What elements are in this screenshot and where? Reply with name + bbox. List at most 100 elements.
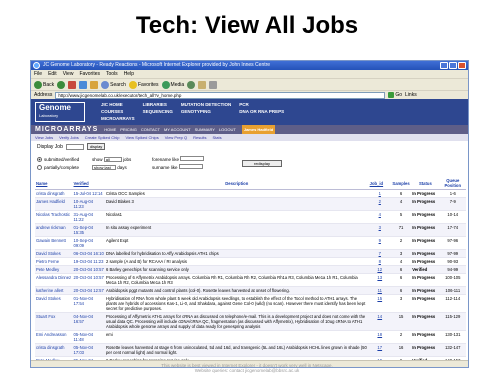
menu-help[interactable]: Help xyxy=(124,70,134,78)
menu-view[interactable]: View xyxy=(63,70,74,78)
job-description: Processing of Affymetrix ATH1 arrays for… xyxy=(104,312,369,331)
mail-button[interactable] xyxy=(198,80,207,89)
job-owner-name[interactable]: Nicolas Trachostic xyxy=(35,210,73,224)
show-select[interactable]: all xyxy=(103,156,122,162)
footer-line-2: Website queries: contact jicgenomelab@bb… xyxy=(194,368,300,373)
job-owner-name[interactable]: Emi Andreasson xyxy=(35,330,73,344)
nav-microarrays[interactable]: MICROARRAYS xyxy=(101,116,135,121)
job-id-link[interactable]: 13 xyxy=(368,273,391,287)
job-id-link[interactable]: 18 xyxy=(368,330,391,344)
job-id-link[interactable]: 17 xyxy=(368,343,391,357)
job-owner-name[interactable]: katherine allert xyxy=(35,286,73,295)
subnav-verify-jobs[interactable]: Verify Jobs xyxy=(59,134,79,141)
job-queue-position: 112-114 xyxy=(439,294,466,313)
job-id-link[interactable]: 4 xyxy=(368,210,391,224)
menu-file[interactable]: File xyxy=(34,70,42,78)
forename-input[interactable] xyxy=(180,156,205,161)
job-owner-name[interactable]: David Stokes xyxy=(35,249,73,258)
job-id-link[interactable]: 3 xyxy=(368,223,391,237)
display-job-input[interactable] xyxy=(65,143,84,150)
nav-mutation-detection[interactable]: MUTATION DETECTION xyxy=(181,102,231,107)
back-button[interactable]: Back xyxy=(34,80,54,89)
go-button[interactable]: Go xyxy=(388,92,402,98)
job-samples: 71 xyxy=(390,223,412,237)
section-link-summary[interactable]: SUMMARY xyxy=(195,125,215,134)
nav-pcr[interactable]: PCR xyxy=(239,102,284,107)
section-link-home[interactable]: HOME xyxy=(104,125,116,134)
job-owner-name[interactable]: Pietro Ferne xyxy=(35,257,73,266)
menu-favorites[interactable]: Favorites xyxy=(79,70,100,78)
minimize-icon[interactable] xyxy=(440,62,448,69)
maximize-icon[interactable] xyxy=(449,62,457,69)
links-label[interactable]: Links xyxy=(405,92,417,98)
section-bar: MICROARRAYS HOME PRICING CONTACT MY ACCO… xyxy=(31,125,468,134)
nav-jic-home[interactable]: JIC HOME xyxy=(101,102,135,107)
surname-input[interactable] xyxy=(178,164,203,169)
subnav-view-jobs[interactable]: View Jobs xyxy=(35,134,53,141)
section-link-pricing[interactable]: PRICING xyxy=(120,125,137,134)
job-status: In Progress xyxy=(411,236,440,250)
col-header-verified[interactable]: Verified xyxy=(72,177,105,190)
job-id-link[interactable]: 8 xyxy=(368,257,391,266)
job-id-link[interactable]: 9 xyxy=(368,236,391,250)
job-id-link[interactable]: 14 xyxy=(368,312,391,331)
subnav-create-spiked-chip[interactable]: Create Spiked Chip xyxy=(85,134,120,141)
refresh-button[interactable] xyxy=(79,80,88,89)
radio-submitted-verified[interactable]: submitted/verified xyxy=(37,156,92,162)
stop-button[interactable] xyxy=(68,80,77,89)
days-select[interactable]: show last xyxy=(92,164,116,170)
favorites-button[interactable]: Favorites xyxy=(128,80,159,89)
job-id-link[interactable]: 12 xyxy=(368,265,391,274)
job-verified-date: 10-Aug-04 11:23 xyxy=(72,197,105,211)
job-verified-date: 20-Oct-04 10:57 xyxy=(72,273,105,287)
subnav-results[interactable]: Results xyxy=(193,134,206,141)
job-owner-name[interactable]: David Stokes xyxy=(35,294,73,313)
nav-genotyping[interactable]: GENOTYPING xyxy=(181,109,231,114)
media-icon xyxy=(161,80,170,89)
col-header-name[interactable]: Name xyxy=(35,177,73,190)
job-id-link[interactable]: 11 xyxy=(368,286,391,295)
search-button[interactable]: Search xyxy=(101,80,126,89)
subnav-view-prep-q[interactable]: View Prep Q xyxy=(165,134,187,141)
job-owner-name[interactable]: crista dinsgrath xyxy=(35,189,73,198)
media-button[interactable]: Media xyxy=(161,80,184,89)
job-owner-name[interactable]: James Hadfield xyxy=(35,197,73,211)
subnav-view-spiked-chips[interactable]: View Spiked Chips xyxy=(125,134,158,141)
job-owner-name[interactable]: Gawain Bennett xyxy=(35,236,73,250)
print-button[interactable] xyxy=(209,80,218,89)
nav-libraries[interactable]: LIBRARIES xyxy=(143,102,173,107)
browser-toolbar: Back Search Favorites Media xyxy=(31,78,468,90)
radio-partially-complete[interactable]: partially/complete xyxy=(37,164,92,170)
genome-lab-logo[interactable]: Genome Laboratory xyxy=(35,102,85,122)
close-icon[interactable] xyxy=(458,62,466,69)
col-header-job-id[interactable]: Job_id xyxy=(368,177,391,190)
job-owner-name[interactable]: crista dinsgrath xyxy=(35,343,73,357)
job-owner-name[interactable]: Pete Medley xyxy=(35,265,73,274)
menu-edit[interactable]: Edit xyxy=(48,70,57,78)
job-id-link[interactable]: 1 xyxy=(368,189,391,198)
section-link-my-account[interactable]: MY ACCOUNT xyxy=(164,125,191,134)
redisplay-button[interactable]: redisplay xyxy=(242,159,282,167)
home-button[interactable] xyxy=(90,80,99,89)
job-description: 6 Barley genechips for scanning service … xyxy=(104,265,369,274)
section-link-logout[interactable]: LOGOUT xyxy=(219,125,236,134)
nav-dna-rna-preps[interactable]: DNA OR RNA PREPS xyxy=(239,109,284,114)
nav-sequencing[interactable]: SEQUENCING xyxy=(143,109,173,114)
menu-tools[interactable]: Tools xyxy=(106,70,118,78)
site-top-nav: JIC HOME LIBRARIES MUTATION DETECTION PC… xyxy=(101,102,284,121)
history-button[interactable] xyxy=(187,80,196,89)
job-verified-date: 19-Oct-04 11:23 xyxy=(72,257,105,266)
job-id-link[interactable]: 7 xyxy=(368,249,391,258)
job-id-link[interactable]: 15 xyxy=(368,294,391,313)
job-id-link[interactable]: 2 xyxy=(368,197,391,211)
forward-button[interactable] xyxy=(57,80,66,89)
job-owner-name[interactable]: andrew rickman xyxy=(35,223,73,237)
subnav-stats[interactable]: Stats xyxy=(212,134,221,141)
section-link-contact[interactable]: CONTACT xyxy=(141,125,160,134)
job-owner-name[interactable]: Alessandra Dinnez xyxy=(35,273,73,287)
job-owner-name[interactable]: Stuart Fox xyxy=(35,312,73,331)
display-button[interactable]: display xyxy=(86,143,106,150)
col-header-description: Description xyxy=(104,177,369,190)
address-input[interactable]: http://www.jicgenomelab.co.uk/executor/t… xyxy=(55,91,386,99)
nav-courses[interactable]: COURSES xyxy=(101,109,135,114)
